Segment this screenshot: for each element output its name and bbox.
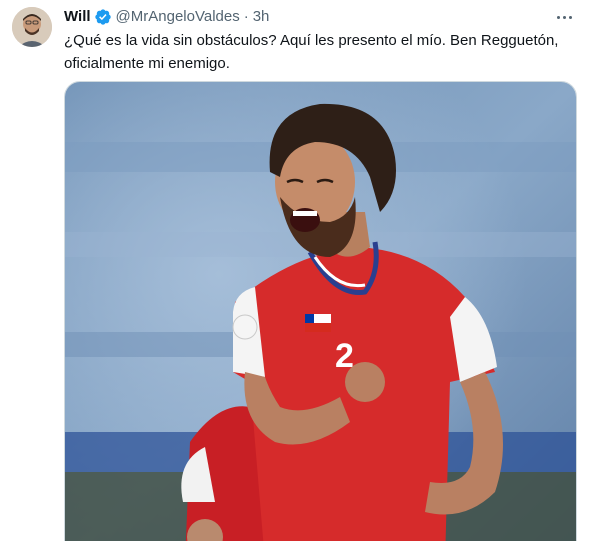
author-handle[interactable]: @MrAngeloValdes [116, 7, 240, 27]
tweet-header: Will @MrAngeloValdes · 3h [64, 7, 269, 27]
more-options-icon [556, 15, 560, 19]
football-player-photo: 2 [65, 82, 576, 541]
verified-badge-icon[interactable] [94, 8, 112, 26]
author-avatar[interactable] [12, 7, 52, 47]
author-display-name[interactable]: Will [64, 7, 91, 27]
tweet-text: ¿Qué es la vida sin obstáculos? Aquí les… [64, 32, 559, 72]
avatar-image [12, 7, 52, 47]
tweet-timestamp[interactable]: 3h [253, 7, 270, 27]
tweet-photo[interactable]: 2 [64, 81, 577, 541]
tweet: Will @MrAngeloValdes · 3h ¿Qué es la vid… [0, 0, 592, 541]
more-options-button[interactable] [552, 6, 576, 28]
separator-dot: · [243, 8, 249, 25]
